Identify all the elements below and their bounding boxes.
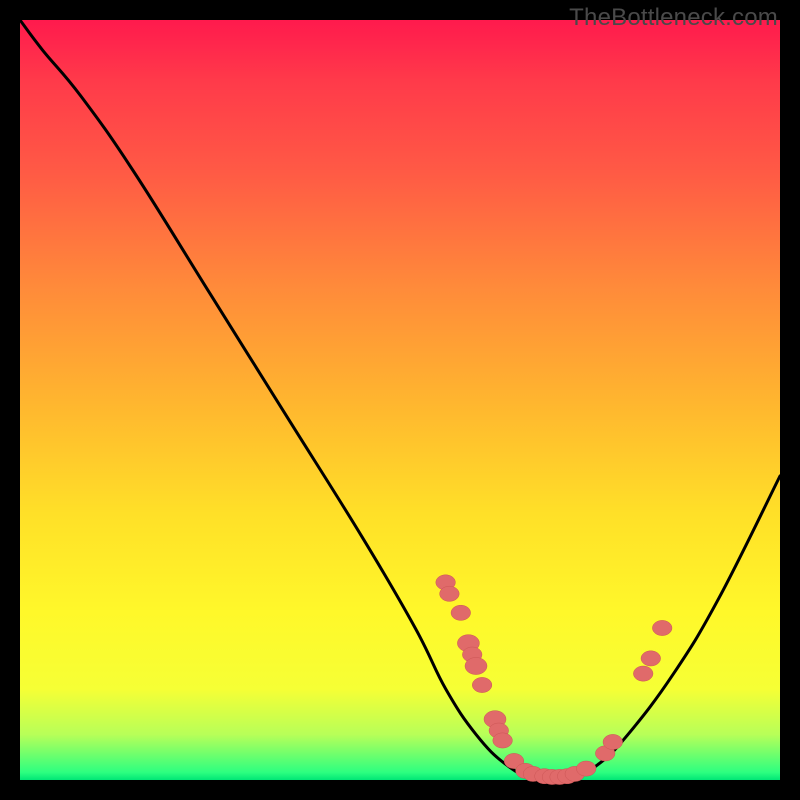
plot-area <box>20 20 780 780</box>
data-marker <box>603 734 623 749</box>
marker-group <box>436 575 672 785</box>
data-marker <box>633 666 653 681</box>
data-marker <box>493 733 513 748</box>
outer-frame: TheBottleneck.com <box>0 0 800 800</box>
chart-svg <box>20 20 780 780</box>
data-marker <box>472 677 492 692</box>
data-marker <box>440 586 460 601</box>
data-marker <box>652 620 672 635</box>
bottleneck-curve <box>20 20 780 782</box>
data-marker <box>641 651 661 666</box>
data-marker <box>465 657 487 674</box>
watermark-text: TheBottleneck.com <box>569 4 778 32</box>
data-marker <box>576 761 596 776</box>
data-marker <box>451 605 471 620</box>
